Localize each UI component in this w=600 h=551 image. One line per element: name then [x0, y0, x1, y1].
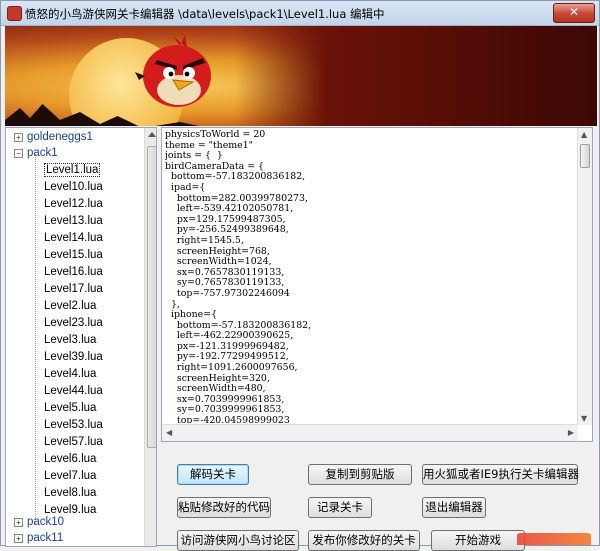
editor-window: 愤怒的小鸟游侠网关卡编辑器 \data\levels\pack1\Level1.… [0, 0, 600, 551]
tree-file-level10[interactable]: Level10.lua [44, 179, 103, 196]
tree-file-level14[interactable]: Level14.lua [44, 230, 103, 247]
record-level-button[interactable]: 记录关卡 [308, 497, 372, 518]
copy-to-clipboard-button[interactable]: 复制到剪贴版 [308, 464, 412, 485]
tree-file-level6[interactable]: Level6.lua [44, 451, 96, 468]
tree-file-level4[interactable]: Level4.lua [44, 366, 96, 383]
tree-file-level17[interactable]: Level17.lua [44, 281, 103, 298]
scroll-down-icon[interactable]: ▼ [581, 414, 587, 423]
tree-file-level13[interactable]: Level13.lua [44, 213, 103, 230]
tree-file-level23[interactable]: Level23.lua [44, 315, 103, 332]
paste-code-button[interactable]: 粘贴修改好的代码 [177, 497, 271, 518]
tree-file-level16[interactable]: Level16.lua [44, 264, 103, 281]
scroll-up-icon[interactable] [148, 132, 156, 137]
visit-forum-button[interactable]: 访问游侠网小鸟讨论区 [177, 530, 299, 551]
window-title: 愤怒的小鸟游侠网关卡编辑器 \data\levels\pack1\Level1.… [25, 7, 385, 21]
scroll-up-icon[interactable]: ▲ [581, 130, 587, 139]
banner-shadow [235, 26, 597, 126]
tree-scrollbar[interactable] [144, 128, 156, 546]
title-bar[interactable]: 愤怒的小鸟游侠网关卡编辑器 \data\levels\pack1\Level1.… [1, 1, 599, 26]
scroll-right-icon[interactable]: ▶ [568, 428, 574, 437]
exit-editor-button[interactable]: 退出编辑器 [422, 497, 486, 518]
code-editor-text[interactable]: physicsToWorld = 20 theme = "theme1" joi… [165, 130, 573, 423]
editor-scroll-thumb[interactable] [580, 144, 590, 168]
tree-file-level3[interactable]: Level3.lua [44, 332, 96, 349]
tree-file-level53[interactable]: Level53.lua [44, 417, 103, 434]
decode-level-button[interactable]: 解码关卡 [177, 464, 249, 485]
tree-file-level2[interactable]: Level2.lua [44, 298, 96, 315]
editor-vertical-scrollbar[interactable]: ▲ ▼ [577, 128, 592, 425]
expand-icon[interactable]: + [14, 133, 23, 142]
code-editor[interactable]: physicsToWorld = 20 theme = "theme1" joi… [161, 127, 593, 442]
run-in-browser-button[interactable]: 用火狐或者IE9执行关卡编辑器 [422, 464, 579, 485]
red-bird-icon [135, 35, 211, 107]
angry-birds-banner [5, 26, 597, 126]
tree-file-level1[interactable]: Level1.lua [44, 162, 101, 179]
tree-file-level44[interactable]: Level44.lua [44, 383, 103, 400]
tree-file-level57[interactable]: Level57.lua [44, 434, 103, 451]
app-icon [7, 6, 22, 21]
tree-file-level15[interactable]: Level15.lua [44, 247, 103, 264]
collapse-icon[interactable]: − [14, 149, 23, 158]
tree-file-level12[interactable]: Level12.lua [44, 196, 103, 213]
start-game-button[interactable]: 开始游戏 [431, 530, 525, 551]
level-tree[interactable]: + goldeneggs1 − pack1 Level1.lua Level10… [5, 127, 157, 547]
expand-icon[interactable]: + [14, 534, 23, 543]
tree-guide-line [35, 154, 37, 524]
site-watermark [517, 533, 591, 545]
tree-file-level8[interactable]: Level8.lua [44, 485, 96, 502]
tree-file-level7[interactable]: Level7.lua [44, 468, 96, 485]
scroll-left-icon[interactable]: ◀ [166, 428, 172, 437]
publish-level-button[interactable]: 发布你修改好的关卡 [308, 530, 420, 551]
tree-scroll-thumb[interactable] [147, 146, 156, 448]
close-button[interactable]: ✕ [553, 3, 595, 23]
tree-file-level5[interactable]: Level5.lua [44, 400, 96, 417]
editor-horizontal-scrollbar[interactable]: ◀ ▶ [162, 424, 578, 441]
expand-icon[interactable]: + [14, 518, 23, 527]
tree-file-level39[interactable]: Level39.lua [44, 349, 103, 366]
